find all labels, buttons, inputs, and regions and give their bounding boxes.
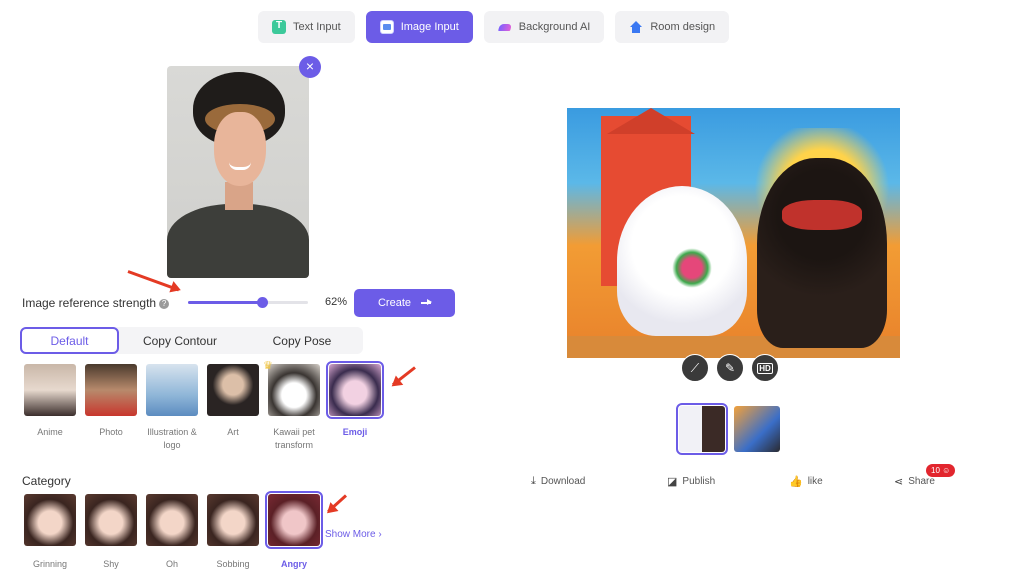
style-thumbnail: [24, 364, 76, 416]
strength-slider[interactable]: [188, 297, 308, 308]
category-label: Oh: [165, 559, 178, 569]
action-label: Share: [908, 476, 935, 487]
category-thumbnail: [146, 494, 198, 546]
create-button-label: Create: [377, 297, 412, 309]
strength-slider-handle[interactable]: [257, 297, 269, 308]
style-thumbnail: [85, 364, 137, 416]
style-anime[interactable]: Anime: [24, 364, 76, 452]
category-grinning[interactable]: Grinning: [24, 494, 76, 571]
tab-room-design[interactable]: Room design: [615, 11, 730, 43]
category-thumbnail: [24, 494, 76, 546]
hd-button[interactable]: HD: [751, 354, 779, 382]
style-thumbnail: [268, 364, 320, 416]
magic-wand-button[interactable]: ⟋: [681, 354, 709, 382]
category-label: Sobbing: [216, 559, 250, 569]
result-thumbnail[interactable]: [734, 406, 780, 452]
text-input-icon: [272, 20, 286, 34]
show-more-link[interactable]: Show More ›: [325, 529, 382, 540]
style-thumbnail: [326, 361, 384, 419]
result-thumbnail-selected[interactable]: [676, 403, 728, 455]
style-label: Emoji: [342, 427, 368, 437]
uploaded-reference-image: [167, 66, 309, 278]
style-list: Anime Photo Illustration & logo Art ♛ Ka…: [24, 360, 384, 452]
category-thumbnail: [265, 491, 323, 549]
action-label: Publish: [682, 476, 716, 487]
like-button[interactable]: 👍 like: [789, 475, 823, 488]
category-sobbing[interactable]: Sobbing: [207, 494, 259, 571]
mode-selector: Default Copy Contour Copy Pose: [20, 327, 363, 354]
style-label: Illustration & logo: [147, 427, 197, 450]
style-label: Art: [227, 427, 239, 437]
strength-value: 62%: [325, 296, 348, 308]
image-input-icon: [379, 20, 394, 34]
tab-label: Image Input: [400, 21, 459, 33]
input-mode-tabs: Text Input Image Input Background AI Roo…: [258, 11, 730, 43]
strength-slider-fill: [188, 301, 263, 304]
style-thumbnail: [207, 364, 259, 416]
style-label: Anime: [37, 427, 63, 437]
style-kawaii-pet[interactable]: ♛ Kawaii pet transform: [263, 360, 320, 452]
mode-copy-pose[interactable]: Copy Pose: [241, 327, 363, 354]
arrow-right-icon: [421, 300, 433, 305]
edit-icon: ✎: [724, 361, 736, 375]
category-thumbnail: [207, 494, 259, 546]
result-image[interactable]: [567, 108, 900, 358]
category-label: Angry: [280, 559, 307, 569]
strength-label-text: Image reference strength: [22, 296, 157, 310]
background-ai-icon: [498, 20, 512, 34]
result-thumbnails: [676, 403, 780, 455]
category-list: Grinning Shy Oh Sobbing Angry: [24, 491, 323, 571]
publish-icon: ◪: [667, 476, 678, 488]
tab-image-input[interactable]: Image Input: [365, 11, 473, 43]
share-icon: ⋖: [894, 476, 904, 488]
action-label: like: [807, 476, 823, 487]
annotation-arrow: [392, 366, 416, 386]
like-icon: 👍: [789, 476, 803, 488]
tab-background-ai[interactable]: Background AI: [483, 11, 605, 43]
hd-icon: HD: [757, 362, 773, 374]
mode-copy-contour[interactable]: Copy Contour: [119, 327, 241, 354]
style-photo[interactable]: Photo: [85, 364, 137, 452]
create-button[interactable]: Create: [354, 289, 455, 317]
category-label: Grinning: [32, 559, 68, 569]
publish-button[interactable]: ◪ Publish: [667, 475, 715, 488]
share-button[interactable]: ⋖ Share: [894, 475, 935, 488]
edit-button[interactable]: ✎: [716, 354, 744, 382]
room-design-icon: [629, 20, 643, 34]
tab-label: Text Input: [293, 21, 341, 33]
download-button[interactable]: ⤓ Download: [531, 475, 585, 488]
download-icon: ⤓: [531, 475, 536, 487]
style-illustration-logo[interactable]: Illustration & logo: [146, 364, 198, 452]
tab-label: Room design: [650, 21, 716, 33]
tab-text-input[interactable]: Text Input: [258, 11, 355, 43]
style-art[interactable]: Art: [207, 364, 259, 452]
magic-wand-icon: ⟋: [690, 360, 700, 375]
category-oh[interactable]: Oh: [146, 494, 198, 571]
style-thumbnail: [146, 364, 198, 416]
category-thumbnail: [85, 494, 137, 546]
style-label: Photo: [99, 427, 123, 437]
mode-default[interactable]: Default: [20, 327, 119, 354]
style-label: Kawaii pet transform: [273, 427, 315, 450]
help-icon[interactable]: ?: [159, 299, 170, 309]
tab-label: Background AI: [518, 21, 591, 33]
result-actions: ⤓ Download ◪ Publish 👍 like ⋖ Share: [0, 475, 1024, 491]
crown-icon: ♛: [263, 360, 273, 372]
result-tools: ⟋ ✎ HD: [681, 354, 779, 382]
strength-label: Image reference strength?: [22, 296, 170, 310]
category-angry[interactable]: Angry: [265, 491, 323, 571]
style-emoji[interactable]: Emoji: [326, 361, 384, 452]
share-count-badge: 10 ☺: [926, 464, 956, 477]
action-label: Download: [540, 476, 586, 487]
category-label: Shy: [103, 559, 119, 569]
annotation-arrow: [327, 494, 348, 513]
remove-image-button[interactable]: ×: [299, 56, 321, 78]
category-shy[interactable]: Shy: [85, 494, 137, 571]
